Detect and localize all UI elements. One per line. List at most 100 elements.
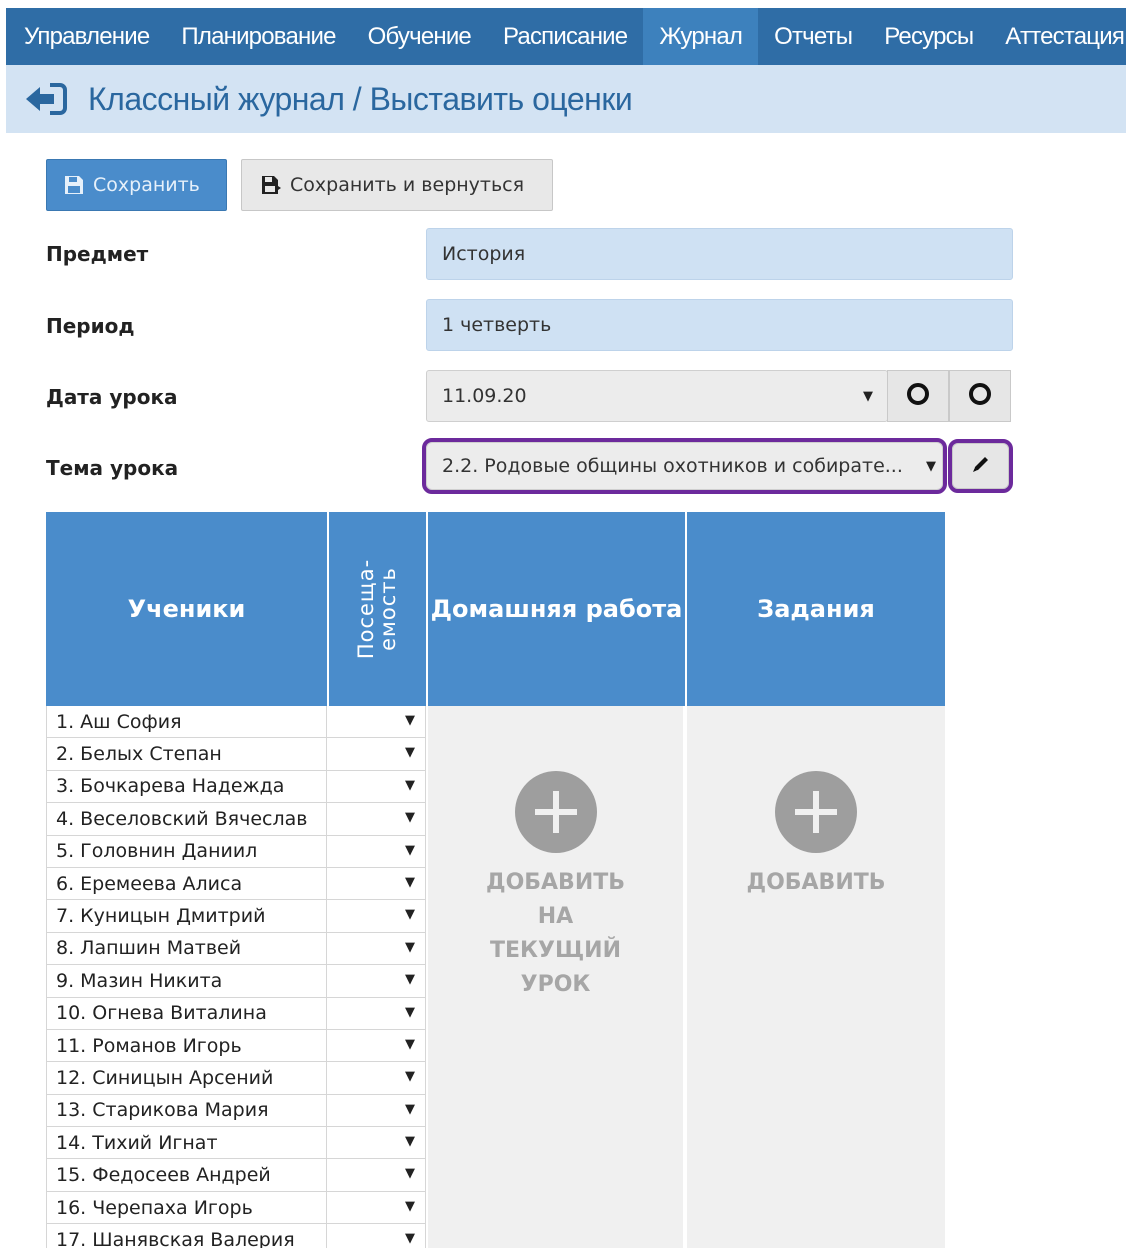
- dropdown-arrow-icon: ▼: [405, 1166, 415, 1182]
- nav-item-education[interactable]: Обучение: [352, 8, 487, 65]
- pencil-icon: [970, 453, 992, 479]
- attendance-select[interactable]: ▼: [327, 1159, 426, 1191]
- circle-right-icon: [969, 383, 991, 409]
- dropdown-arrow-icon: ▼: [405, 777, 415, 793]
- save-and-return-button[interactable]: Сохранить и вернуться: [241, 159, 553, 211]
- save-return-icon: [260, 174, 282, 196]
- dropdown-arrow-icon: ▼: [405, 1134, 415, 1150]
- table-row: 9. Мазин Никита ▼: [46, 965, 426, 998]
- attendance-select[interactable]: ▼: [327, 1094, 426, 1127]
- add-task-icon[interactable]: [775, 771, 857, 853]
- table-row: 17. Шанявская Валерия ▼: [46, 1224, 426, 1248]
- add-homework-label-line4: УРОК: [520, 972, 591, 997]
- lesson-topic-value: 2.2. Родовые общины охотников и собирате…: [442, 455, 903, 477]
- nav-item-attestation[interactable]: Аттестация: [989, 8, 1126, 65]
- table-row: 8. Лапшин Матвей ▼: [46, 932, 426, 966]
- subject-field[interactable]: История: [426, 228, 1013, 280]
- nav-item-planning[interactable]: Планирование: [165, 8, 351, 65]
- add-homework-button[interactable]: ДОБАВИТЬ НА ТЕКУЩИЙ УРОК: [428, 866, 683, 1002]
- dropdown-arrow-icon: ▼: [405, 745, 415, 761]
- attendance-select[interactable]: ▼: [327, 738, 426, 770]
- homework-column: ДОБАВИТЬ НА ТЕКУЩИЙ УРОК: [428, 706, 685, 1248]
- attendance-select[interactable]: ▼: [327, 867, 426, 900]
- nav-item-reports[interactable]: Отчеты: [758, 8, 868, 65]
- attendance-select[interactable]: ▼: [327, 1127, 426, 1159]
- lesson-date-label: Дата урока: [46, 385, 178, 409]
- lesson-date-select[interactable]: 11.09.20 ▼: [426, 370, 888, 422]
- attendance-select[interactable]: ▼: [327, 965, 426, 997]
- dropdown-arrow-icon: ▼: [405, 810, 415, 826]
- edit-topic-button[interactable]: [948, 439, 1013, 493]
- table-row: 12. Синицын Арсений ▼: [46, 1062, 426, 1095]
- attendance-select[interactable]: ▼: [327, 1029, 426, 1062]
- nav-item-resources[interactable]: Ресурсы: [868, 8, 989, 65]
- student-name: 6. Еремеева Алиса: [46, 867, 327, 900]
- circle-left-icon: [907, 383, 929, 409]
- next-date-button[interactable]: [949, 370, 1011, 422]
- dropdown-arrow-icon: ▼: [405, 907, 415, 923]
- lesson-topic-select[interactable]: 2.2. Родовые общины охотников и собирате…: [422, 438, 947, 494]
- student-name: 7. Куницын Дмитрий: [46, 900, 327, 932]
- attendance-select[interactable]: ▼: [327, 803, 426, 835]
- attendance-select[interactable]: ▼: [327, 900, 426, 932]
- attendance-header-line1: Посеща-: [354, 558, 379, 660]
- dropdown-arrow-icon: ▼: [405, 1198, 415, 1214]
- attendance-select[interactable]: ▼: [327, 1062, 426, 1094]
- lesson-date-value: 11.09.20: [442, 385, 527, 407]
- back-arrow-icon[interactable]: [24, 82, 68, 116]
- attendance-select[interactable]: ▼: [327, 706, 426, 738]
- attendance-select[interactable]: ▼: [327, 1224, 426, 1248]
- nav-item-schedule[interactable]: Расписание: [487, 8, 643, 65]
- student-name: 15. Федосеев Андрей: [46, 1159, 327, 1191]
- table-row: 13. Старикова Мария ▼: [46, 1094, 426, 1128]
- add-task-button[interactable]: ДОБАВИТЬ: [687, 866, 945, 900]
- save-button[interactable]: Сохранить: [46, 159, 227, 211]
- page-header: Классный журнал / Выставить оценки: [6, 65, 1126, 133]
- dropdown-arrow-icon: ▼: [405, 713, 415, 728]
- student-name: 5. Головнин Даниил: [46, 835, 327, 867]
- student-name: 3. Бочкарева Надежда: [46, 770, 327, 803]
- table-row: 7. Куницын Дмитрий ▼: [46, 900, 426, 933]
- dropdown-arrow-icon: ▼: [405, 939, 415, 955]
- dropdown-arrow-icon: ▼: [405, 874, 415, 890]
- period-field[interactable]: 1 четверть: [426, 299, 1013, 351]
- table-row: 1. Аш София ▼: [46, 706, 426, 739]
- student-name: 14. Тихий Игнат: [46, 1127, 327, 1159]
- students-column-header: Ученики: [46, 512, 327, 706]
- period-label: Период: [46, 314, 135, 338]
- add-homework-label-line3: ТЕКУЩИЙ: [490, 938, 621, 963]
- attendance-select[interactable]: ▼: [327, 835, 426, 867]
- student-name: 4. Веселовский Вячеслав: [46, 803, 327, 835]
- add-homework-icon[interactable]: [515, 771, 597, 853]
- table-row: 6. Еремеева Алиса ▼: [46, 867, 426, 901]
- dropdown-arrow-icon: ▼: [405, 842, 415, 858]
- save-icon: [63, 174, 85, 196]
- attendance-select[interactable]: ▼: [327, 1191, 426, 1224]
- table-row: 11. Романов Игорь ▼: [46, 1029, 426, 1063]
- nav-item-management[interactable]: Управление: [6, 8, 165, 65]
- dropdown-arrow-icon: ▼: [405, 1069, 415, 1085]
- dropdown-arrow-icon: ▼: [926, 459, 936, 474]
- student-name: 12. Синицын Арсений: [46, 1062, 327, 1094]
- student-name: 16. Черепаха Игорь: [46, 1191, 327, 1224]
- tasks-column-header: Задания: [687, 512, 945, 706]
- student-name: 8. Лапшин Матвей: [46, 932, 327, 965]
- dropdown-arrow-icon: ▼: [863, 389, 873, 404]
- subject-label: Предмет: [46, 242, 149, 266]
- attendance-select[interactable]: ▼: [327, 997, 426, 1029]
- grades-table: Ученики Посеща- емость Домашняя работа З…: [46, 512, 945, 1248]
- dropdown-arrow-icon: ▼: [405, 1231, 415, 1247]
- student-name: 13. Старикова Мария: [46, 1094, 327, 1127]
- previous-date-button[interactable]: [887, 370, 949, 422]
- save-and-return-label: Сохранить и вернуться: [290, 174, 525, 196]
- table-row: 10. Огнева Виталина ▼: [46, 997, 426, 1030]
- attendance-column-header: Посеща- емость: [329, 512, 426, 706]
- add-homework-label-line1: ДОБАВИТЬ: [485, 870, 626, 895]
- student-name: 2. Белых Степан: [46, 738, 327, 770]
- add-homework-label-line2: НА: [537, 904, 574, 929]
- table-row: 16. Черепаха Игорь ▼: [46, 1191, 426, 1225]
- table-row: 5. Головнин Даниил ▼: [46, 835, 426, 868]
- nav-item-journal[interactable]: Журнал: [643, 8, 759, 65]
- attendance-select[interactable]: ▼: [327, 770, 426, 803]
- attendance-select[interactable]: ▼: [327, 932, 426, 965]
